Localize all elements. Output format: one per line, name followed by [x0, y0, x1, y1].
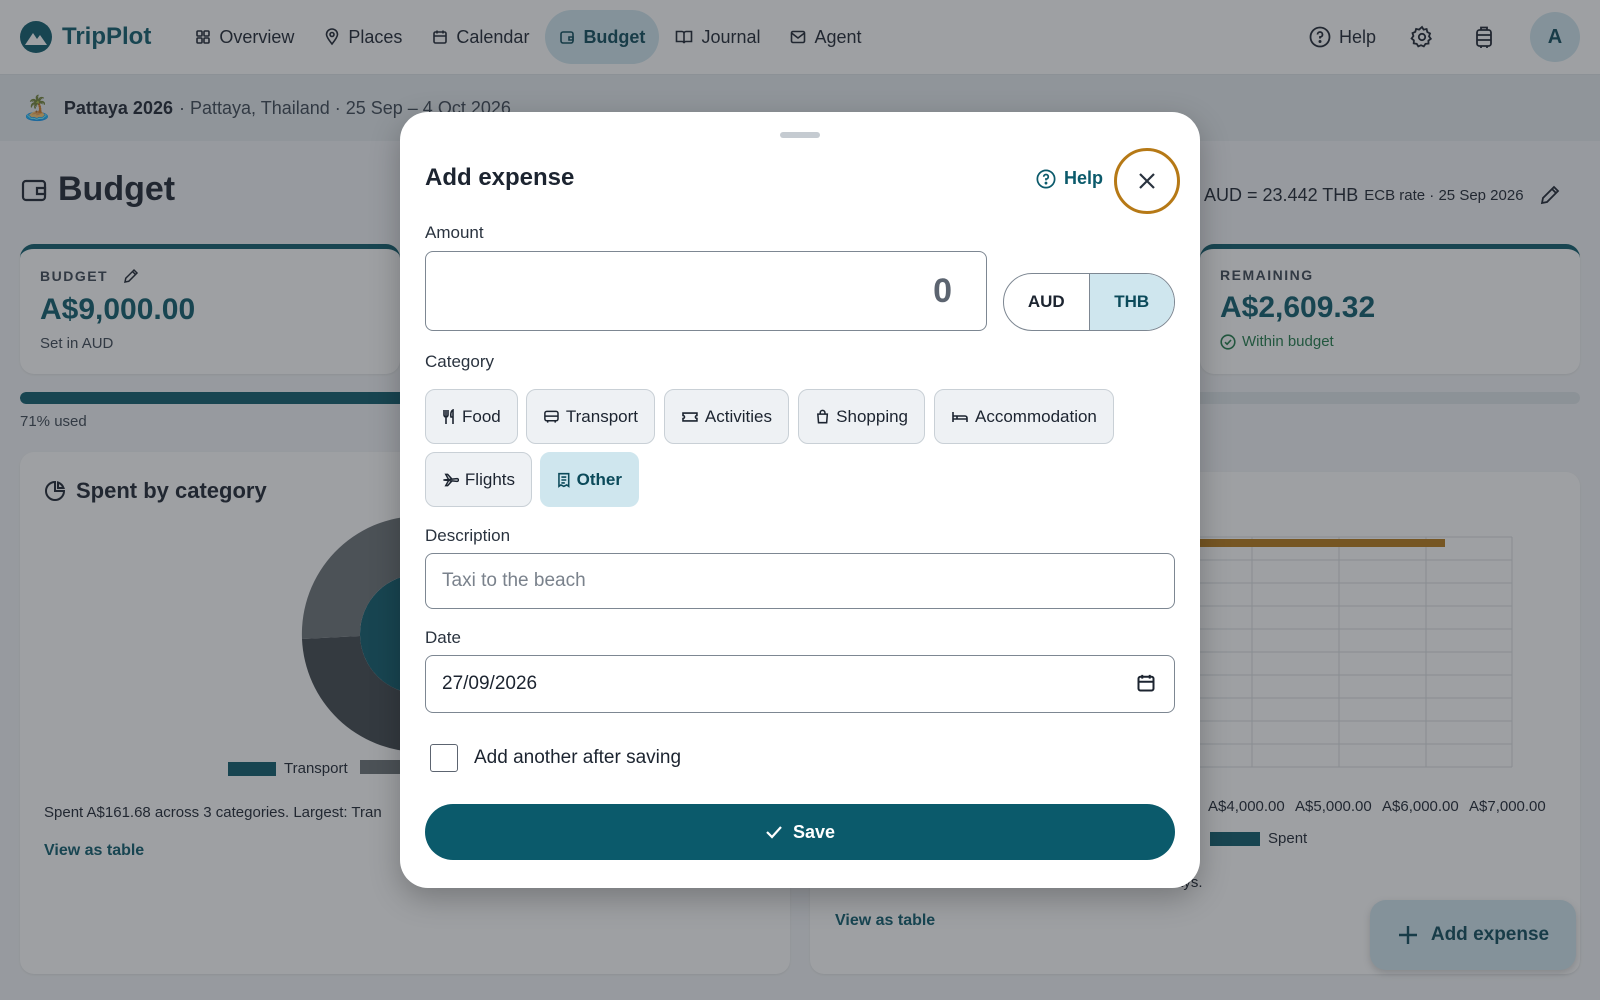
plane-icon — [443, 473, 459, 486]
add-another-label[interactable]: Add another after saving — [474, 747, 681, 769]
help-circle-icon — [1036, 169, 1056, 188]
check-icon — [766, 826, 782, 839]
description-input[interactable]: Taxi to the beach — [425, 553, 1175, 609]
dialog-title: Add expense — [425, 164, 575, 191]
category-chip-activities-label: Activities — [704, 406, 772, 426]
calendar-icon[interactable] — [1136, 673, 1156, 693]
date-value: 27/09/2026 — [442, 673, 538, 694]
category-chip-accommodation-label: Accommodation — [975, 406, 1097, 426]
close-icon — [1139, 173, 1155, 189]
ticket-icon — [682, 411, 698, 422]
category-chip-other-label: Other — [576, 469, 622, 489]
bed-icon — [952, 411, 968, 422]
save-button[interactable]: Save — [425, 804, 1175, 860]
category-chip-flights[interactable]: Flights — [425, 452, 532, 507]
category-chip-transport[interactable]: Transport — [526, 389, 655, 444]
dialog-drag-handle[interactable] — [780, 132, 820, 138]
add-another-row: Add another after saving — [430, 744, 681, 772]
date-label: Date — [425, 628, 461, 647]
dialog-close-button[interactable] — [1114, 148, 1180, 214]
shopping-bag-icon — [817, 409, 829, 423]
category-chip-accommodation[interactable]: Accommodation — [934, 389, 1114, 444]
description-label: Description — [425, 526, 511, 545]
currency-option-aud[interactable]: AUD — [1004, 274, 1089, 330]
date-input[interactable]: 27/09/2026 — [425, 655, 1175, 713]
dialog-help-label: Help — [1064, 168, 1104, 188]
fork-knife-icon — [443, 408, 454, 424]
description-placeholder: Taxi to the beach — [442, 570, 586, 591]
category-chip-flights-label: Flights — [464, 469, 515, 489]
receipt-icon — [558, 472, 570, 488]
category-chip-shopping-label: Shopping — [836, 406, 908, 426]
category-chip-activities[interactable]: Activities — [664, 389, 789, 444]
currency-option-thb[interactable]: THB — [1088, 274, 1174, 330]
save-button-label: Save — [792, 821, 836, 842]
bus-icon — [544, 410, 559, 423]
category-chip-food-label: Food — [462, 406, 501, 426]
category-label: Category — [425, 352, 494, 371]
add-expense-dialog: Add expense Help Amount 0 AUD THB Catego… — [400, 112, 1200, 888]
amount-label: Amount — [425, 223, 484, 242]
dialog-help-button[interactable]: Help — [1036, 168, 1103, 189]
category-chip-transport-label: Transport — [565, 406, 638, 426]
category-chip-food[interactable]: Food — [425, 389, 518, 444]
amount-input[interactable]: 0 — [425, 251, 987, 331]
add-another-checkbox[interactable] — [430, 744, 458, 772]
category-chip-other[interactable]: Other — [540, 452, 639, 507]
currency-toggle: AUD THB — [1003, 273, 1175, 331]
category-chip-shopping[interactable]: Shopping — [798, 389, 925, 444]
